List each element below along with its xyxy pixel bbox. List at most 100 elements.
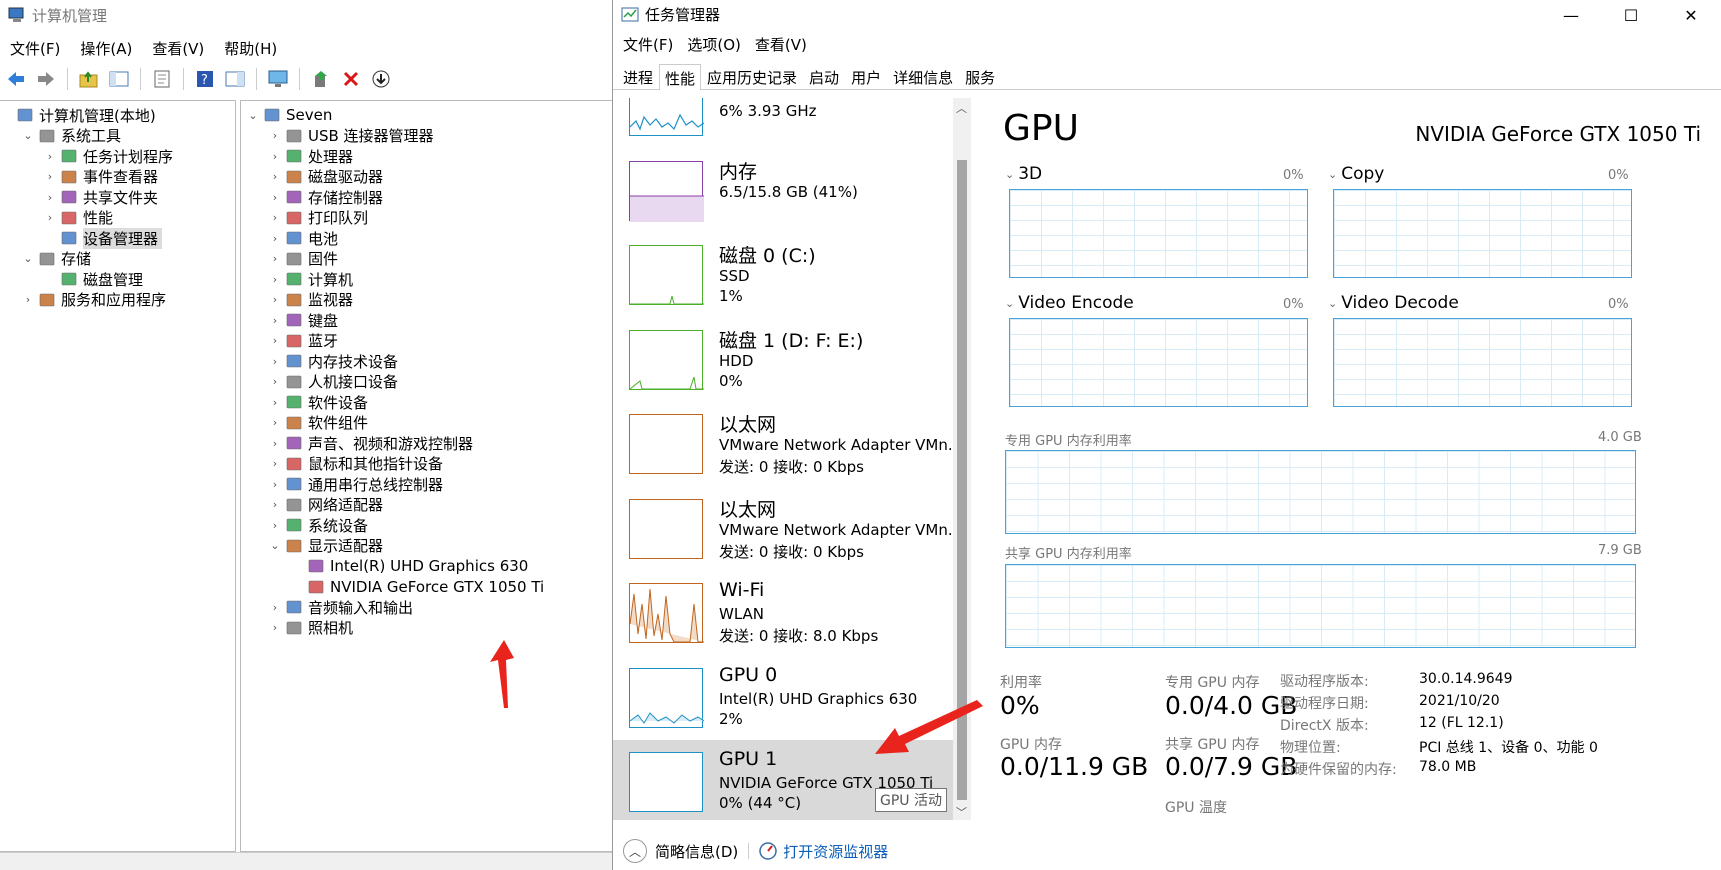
chevron-down-icon[interactable]: ⌄: [247, 109, 259, 122]
scroll-down-icon[interactable]: ﹀: [956, 804, 967, 820]
tab-1[interactable]: 性能: [659, 64, 702, 90]
chevron-right-icon[interactable]: ›: [269, 191, 281, 204]
chevron-right-icon[interactable]: ›: [44, 191, 56, 204]
device-tree-item[interactable]: › USB 连接器管理器: [269, 125, 434, 147]
chevron-right-icon[interactable]: ›: [269, 129, 281, 142]
open-resource-monitor-link[interactable]: 打开资源监视器: [783, 841, 888, 862]
chevron-right-icon[interactable]: ›: [44, 211, 56, 224]
scroll-up-icon[interactable]: ︿: [956, 100, 967, 116]
chevron-right-icon[interactable]: ›: [269, 457, 281, 470]
monitor-icon[interactable]: [266, 67, 290, 91]
forward-icon[interactable]: [34, 67, 58, 91]
side-item[interactable]: 磁盘 0 (C:) SSD 1%: [613, 233, 953, 317]
device-tree-item[interactable]: › 处理器: [269, 145, 353, 167]
device-tree-item[interactable]: › 软件组件: [269, 412, 368, 434]
nav-tree-item[interactable]: ⌄ 系统工具: [22, 125, 121, 147]
chevron-right-icon[interactable]: ›: [22, 293, 34, 306]
device-tree-item[interactable]: › 监视器: [269, 289, 353, 311]
engine-video-decode-label[interactable]: ⌄ Video Decode: [1328, 293, 1459, 313]
chevron-right-icon[interactable]: ›: [269, 621, 281, 634]
device-tree-item[interactable]: › 网络适配器: [269, 494, 383, 516]
chevron-right-icon[interactable]: ›: [269, 314, 281, 327]
brief-info-button[interactable]: 简略信息(D): [655, 841, 738, 862]
chevron-right-icon[interactable]: ›: [269, 334, 281, 347]
device-tree-item[interactable]: › 内存技术设备: [269, 350, 398, 372]
engine-video-encode-label[interactable]: ⌄ Video Encode: [1005, 293, 1134, 313]
chevron-right-icon[interactable]: ›: [269, 232, 281, 245]
tm-menu-view[interactable]: 查看(V): [749, 34, 815, 55]
nav-tree-item[interactable]: 磁盘管理: [44, 268, 143, 290]
device-tree-item[interactable]: ⌄ 显示适配器: [269, 535, 383, 557]
device-tree-item[interactable]: NVIDIA GeForce GTX 1050 Ti: [291, 576, 544, 598]
device-tree-item[interactable]: › 键盘: [269, 309, 338, 331]
chevron-right-icon[interactable]: ›: [269, 437, 281, 450]
chevron-right-icon[interactable]: ›: [269, 396, 281, 409]
nav-tree-item[interactable]: › 服务和应用程序: [22, 289, 166, 311]
device-tree-item[interactable]: › 系统设备: [269, 514, 368, 536]
device-tree-item[interactable]: › 软件设备: [269, 391, 368, 413]
cm-menu-file[interactable]: 文件(F): [0, 38, 70, 60]
chevron-up-icon[interactable]: ︿: [623, 839, 647, 863]
nav-tree-item[interactable]: › 事件查看器: [44, 166, 158, 188]
show-hide-tree-icon[interactable]: [107, 67, 131, 91]
device-tree-item[interactable]: › 鼠标和其他指针设备: [269, 453, 443, 475]
chevron-right-icon[interactable]: ›: [269, 519, 281, 532]
device-tree-item[interactable]: › 蓝牙: [269, 330, 338, 352]
device-tree-item[interactable]: › 磁盘驱动器: [269, 166, 383, 188]
device-tree-item[interactable]: › 计算机: [269, 268, 353, 290]
minimize-button[interactable]: —: [1541, 0, 1601, 30]
chevron-right-icon[interactable]: ›: [269, 273, 281, 286]
cm-menu-action[interactable]: 操作(A): [70, 38, 142, 60]
chevron-right-icon[interactable]: ›: [44, 170, 56, 183]
device-tree-item[interactable]: › 打印队列: [269, 207, 368, 229]
device-tree-item[interactable]: › 通用串行总线控制器: [269, 473, 443, 495]
chevron-right-icon[interactable]: ›: [269, 170, 281, 183]
engine-copy-label[interactable]: ⌄ Copy: [1328, 164, 1384, 184]
chevron-right-icon[interactable]: ›: [269, 601, 281, 614]
device-tree-item[interactable]: › 固件: [269, 248, 338, 270]
nav-tree-item[interactable]: › 任务计划程序: [44, 145, 173, 167]
update-driver-icon[interactable]: [309, 67, 333, 91]
chevron-right-icon[interactable]: ›: [269, 211, 281, 224]
nav-tree-item[interactable]: › 共享文件夹: [44, 186, 158, 208]
cm-menu-view[interactable]: 查看(V): [142, 38, 214, 60]
tab-4[interactable]: 用户: [845, 63, 887, 89]
side-item[interactable]: 以太网 VMware Network Adapter VMn. 发送: 0 接收: …: [613, 487, 953, 571]
chevron-right-icon[interactable]: ›: [269, 375, 281, 388]
cm-menu-help[interactable]: 帮助(H): [214, 38, 287, 60]
side-item[interactable]: 磁盘 1 (D: F: E:) HDD 0%: [613, 318, 953, 402]
nav-tree-item[interactable]: ⌄ 存储: [22, 248, 91, 270]
chevron-right-icon[interactable]: ›: [269, 293, 281, 306]
device-tree-item[interactable]: Intel(R) UHD Graphics 630: [291, 555, 528, 577]
properties-icon[interactable]: [150, 67, 174, 91]
chevron-right-icon[interactable]: ›: [44, 150, 56, 163]
back-icon[interactable]: [4, 67, 28, 91]
tab-6[interactable]: 服务: [959, 63, 1001, 89]
device-tree-item[interactable]: ⌄ Seven: [247, 104, 332, 126]
chevron-right-icon[interactable]: ›: [269, 416, 281, 429]
device-tree-item[interactable]: › 存储控制器: [269, 186, 383, 208]
action-pane-icon[interactable]: [223, 67, 247, 91]
tab-3[interactable]: 启动: [803, 63, 845, 89]
tm-menu-file[interactable]: 文件(F): [617, 34, 681, 55]
side-item[interactable]: 内存 6.5/15.8 GB (41%): [613, 149, 953, 233]
chevron-down-icon[interactable]: ⌄: [269, 539, 281, 552]
download-icon[interactable]: [369, 67, 393, 91]
tm-menu-options[interactable]: 选项(O): [681, 34, 749, 55]
device-tree-item[interactable]: › 声音、视频和游戏控制器: [269, 432, 473, 454]
device-tree-item[interactable]: › 照相机: [269, 617, 353, 639]
engine-3d-label[interactable]: ⌄ 3D: [1005, 164, 1042, 184]
close-button[interactable]: ✕: [1661, 0, 1721, 30]
nav-tree-item[interactable]: 设备管理器: [44, 227, 163, 249]
chevron-right-icon[interactable]: ›: [269, 355, 281, 368]
chevron-right-icon[interactable]: ›: [269, 252, 281, 265]
nav-tree-item[interactable]: 计算机管理(本地): [0, 104, 156, 126]
help-icon[interactable]: ?: [193, 67, 217, 91]
uninstall-icon[interactable]: [339, 67, 363, 91]
nav-tree-item[interactable]: › 性能: [44, 207, 113, 229]
chevron-down-icon[interactable]: ⌄: [22, 129, 34, 142]
side-item[interactable]: Wi-Fi WLAN 发送: 0 接收: 8.0 Kbps: [613, 571, 953, 655]
chevron-right-icon[interactable]: ›: [269, 150, 281, 163]
tab-0[interactable]: 进程: [617, 63, 659, 89]
device-tree-item[interactable]: › 电池: [269, 227, 338, 249]
